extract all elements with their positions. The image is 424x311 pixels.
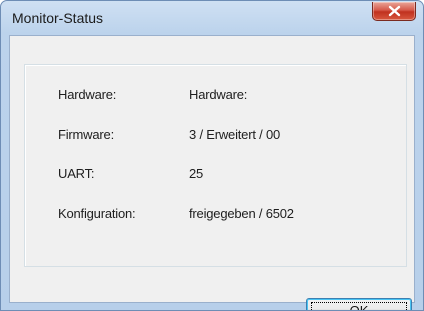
firmware-value: 3 / Erweitert / 00 — [189, 127, 281, 142]
close-icon — [388, 5, 401, 17]
status-group-box: Hardware: Hardware: Firmware: 3 / Erweit… — [24, 64, 407, 267]
uart-value: 25 — [189, 166, 204, 181]
configuration-value: freigegeben / 6502 — [189, 206, 294, 221]
firmware-label: Firmware: — [58, 127, 114, 142]
ok-button[interactable]: OK — [306, 298, 412, 311]
hardware-label: Hardware: — [58, 87, 117, 102]
title-bar[interactable]: Monitor-Status — [1, 1, 423, 35]
dialog-window: Monitor-Status Hardware: Hardware: Firmw… — [0, 0, 424, 311]
close-button[interactable] — [372, 2, 416, 21]
ok-button-label: OK — [349, 303, 369, 311]
configuration-label: Konfiguration: — [58, 206, 136, 221]
window-title: Monitor-Status — [12, 10, 104, 26]
uart-label: UART: — [58, 166, 95, 181]
dialog-client-area: Hardware: Hardware: Firmware: 3 / Erweit… — [9, 35, 415, 310]
hardware-value: Hardware: — [189, 87, 248, 102]
